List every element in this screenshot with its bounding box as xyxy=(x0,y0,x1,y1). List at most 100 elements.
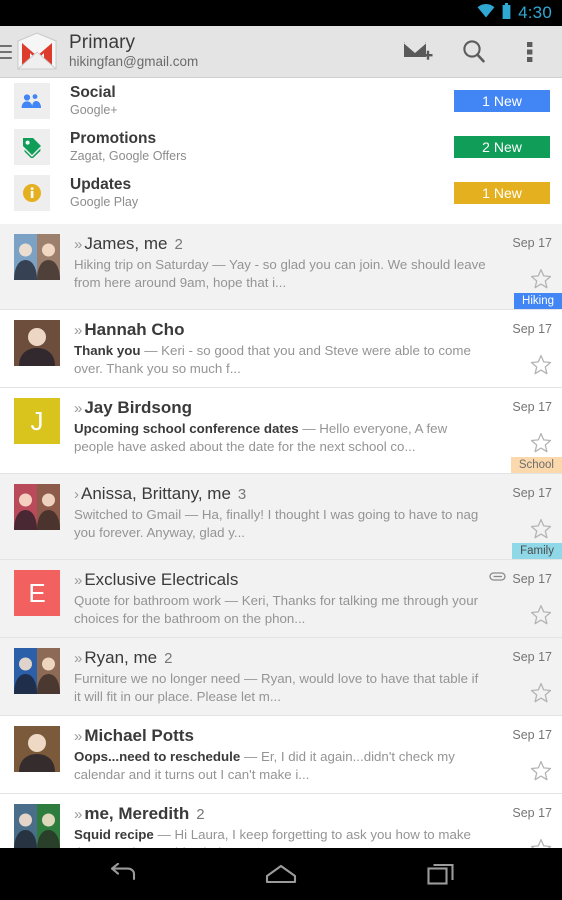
star-icon[interactable] xyxy=(530,518,552,545)
importance-marker-icon[interactable]: › xyxy=(74,486,79,503)
page-title: Primary xyxy=(69,32,136,54)
action-bar-buttons xyxy=(390,26,562,78)
date-cell: Sep 17 xyxy=(512,234,552,252)
conversation-row[interactable]: J » Jay Birdsong Upcoming school conference… xyxy=(0,388,562,474)
conversation-header: » Hannah Cho xyxy=(74,320,488,340)
conversation-snippet: Squid recipe — Hi Laura, I keep forgetti… xyxy=(74,827,471,848)
importance-marker-icon[interactable]: » xyxy=(74,728,82,745)
date-cell: Sep 17 xyxy=(512,398,552,416)
back-nav-icon[interactable] xyxy=(95,848,147,900)
overflow-menu-icon[interactable] xyxy=(502,26,558,78)
conversation-senders: Michael Potts xyxy=(84,726,194,745)
account-header[interactable]: Primary hikingfan@gmail.com xyxy=(69,33,390,69)
category-list: Social Google+ 1 New Promotions Zagat, G… xyxy=(0,78,562,224)
conversation-meta: Sep 17 xyxy=(496,804,562,848)
importance-marker-icon[interactable]: » xyxy=(74,650,82,667)
conversation-row[interactable]: » Ryan, me 2 Furniture we no longer need — … xyxy=(0,638,562,716)
message-count: 2 xyxy=(164,650,173,667)
conversation-date: Sep 17 xyxy=(512,486,552,500)
category-badge[interactable]: 1 New xyxy=(454,90,550,112)
avatar[interactable] xyxy=(14,726,60,772)
star-icon[interactable] xyxy=(530,354,552,381)
avatar[interactable] xyxy=(14,648,60,694)
message-count: 2 xyxy=(174,236,183,253)
category-badge[interactable]: 1 New xyxy=(454,182,550,204)
conversation-senders: Hannah Cho xyxy=(84,320,185,339)
conversation-meta: Sep 17 xyxy=(496,726,562,793)
star-icon[interactable] xyxy=(530,268,552,295)
conversation-row[interactable]: E » Exclusive Electricals Quote for bathroo… xyxy=(0,560,562,638)
conversation-body: » Ryan, me 2 Furniture we no longer need — … xyxy=(74,648,496,715)
conversation-header: » Ryan, me 2 xyxy=(74,648,488,668)
category-row-social[interactable]: Social Google+ 1 New xyxy=(0,78,562,124)
conversation-date: Sep 17 xyxy=(512,400,552,414)
date-cell: Sep 17 xyxy=(512,726,552,744)
avatar-half xyxy=(37,648,60,694)
avatar-half xyxy=(14,234,37,280)
date-cell: Sep 17 xyxy=(512,484,552,502)
message-count: 2 xyxy=(196,806,205,823)
conversation-body: » me, Meredith 2 Squid recipe — Hi Laura, I… xyxy=(74,804,496,848)
conversation-date: Sep 17 xyxy=(512,650,552,664)
conversation-list[interactable]: » James, me 2 Hiking trip on Saturday — Yay… xyxy=(0,224,562,848)
date-cell: Sep 17 xyxy=(512,804,552,822)
conversation-senders: Jay Birdsong xyxy=(84,398,193,417)
search-icon[interactable] xyxy=(446,26,502,78)
conversation-date: Sep 17 xyxy=(512,806,552,820)
compose-mail-icon[interactable] xyxy=(390,26,446,78)
category-text: Social Google+ xyxy=(70,84,454,117)
conversation-row[interactable]: » Michael Potts Oops...need to reschedule … xyxy=(0,716,562,794)
conversation-row[interactable]: › Anissa, Brittany, me 3 Switched to Gmail … xyxy=(0,474,562,560)
conversation-senders: Ryan, me xyxy=(84,648,158,667)
importance-marker-icon[interactable]: » xyxy=(74,806,82,823)
conversation-header: » Jay Birdsong xyxy=(74,398,488,418)
category-row-promotions[interactable]: Promotions Zagat, Google Offers 2 New xyxy=(0,124,562,170)
avatar[interactable] xyxy=(14,234,60,280)
conversation-row[interactable]: » James, me 2 Hiking trip on Saturday — Yay… xyxy=(0,224,562,310)
category-row-updates[interactable]: Updates Google Play 1 New xyxy=(0,170,562,216)
avatar[interactable] xyxy=(14,320,60,366)
avatar-half xyxy=(14,484,37,530)
star-icon[interactable] xyxy=(530,682,552,709)
conversation-header: » Exclusive Electricals xyxy=(74,570,488,590)
conversation-body: » Jay Birdsong Upcoming school conference … xyxy=(74,398,496,459)
star-icon[interactable] xyxy=(530,432,552,459)
category-badge[interactable]: 2 New xyxy=(454,136,550,158)
conversation-label-chip[interactable]: School xyxy=(510,457,562,473)
conversation-body: » Exclusive Electricals Quote for bathroom… xyxy=(74,570,496,637)
attachment-icon xyxy=(489,570,507,588)
date-cell: Sep 17 xyxy=(512,648,552,666)
avatar[interactable]: E xyxy=(14,570,60,616)
importance-marker-icon[interactable]: » xyxy=(74,400,82,417)
star-icon[interactable] xyxy=(530,604,552,631)
star-icon[interactable] xyxy=(530,838,552,848)
conversation-body: » James, me 2 Hiking trip on Saturday — Yay… xyxy=(74,234,496,295)
importance-marker-icon[interactable]: » xyxy=(74,236,82,253)
hamburger-menu-icon[interactable] xyxy=(0,44,12,59)
android-status-bar: 4:30 xyxy=(0,0,562,26)
conversation-label-chip[interactable]: Family xyxy=(512,543,562,559)
conversation-senders: James, me xyxy=(84,234,168,253)
conversation-date: Sep 17 xyxy=(512,572,552,586)
recent-apps-nav-icon[interactable] xyxy=(415,848,467,900)
conversation-snippet: Thank you — Keri - so good that you and … xyxy=(74,343,471,376)
message-count: 3 xyxy=(237,486,247,503)
avatar[interactable]: J xyxy=(14,398,60,444)
avatar[interactable] xyxy=(14,804,60,848)
conversation-row[interactable]: » me, Meredith 2 Squid recipe — Hi Laura, I… xyxy=(0,794,562,848)
importance-marker-icon[interactable]: » xyxy=(74,322,82,339)
avatar-half xyxy=(37,804,60,848)
conversation-senders: Exclusive Electricals xyxy=(84,570,239,589)
conversation-label-chip[interactable]: Hiking xyxy=(514,293,562,309)
home-nav-icon[interactable] xyxy=(255,848,307,900)
conversation-date: Sep 17 xyxy=(512,322,552,336)
star-icon[interactable] xyxy=(530,760,552,787)
avatar-half xyxy=(37,484,60,530)
avatar[interactable] xyxy=(14,484,60,530)
importance-marker-icon[interactable]: » xyxy=(74,572,82,589)
category-sub: Google Play xyxy=(70,194,139,209)
conversation-senders: Anissa, Brittany, me xyxy=(81,484,231,503)
conversation-snippet: Upcoming school conference dates — Hello… xyxy=(74,421,448,454)
conversation-row[interactable]: » Hannah Cho Thank you — Keri - so good th… xyxy=(0,310,562,388)
date-cell: Sep 17 xyxy=(489,570,552,588)
